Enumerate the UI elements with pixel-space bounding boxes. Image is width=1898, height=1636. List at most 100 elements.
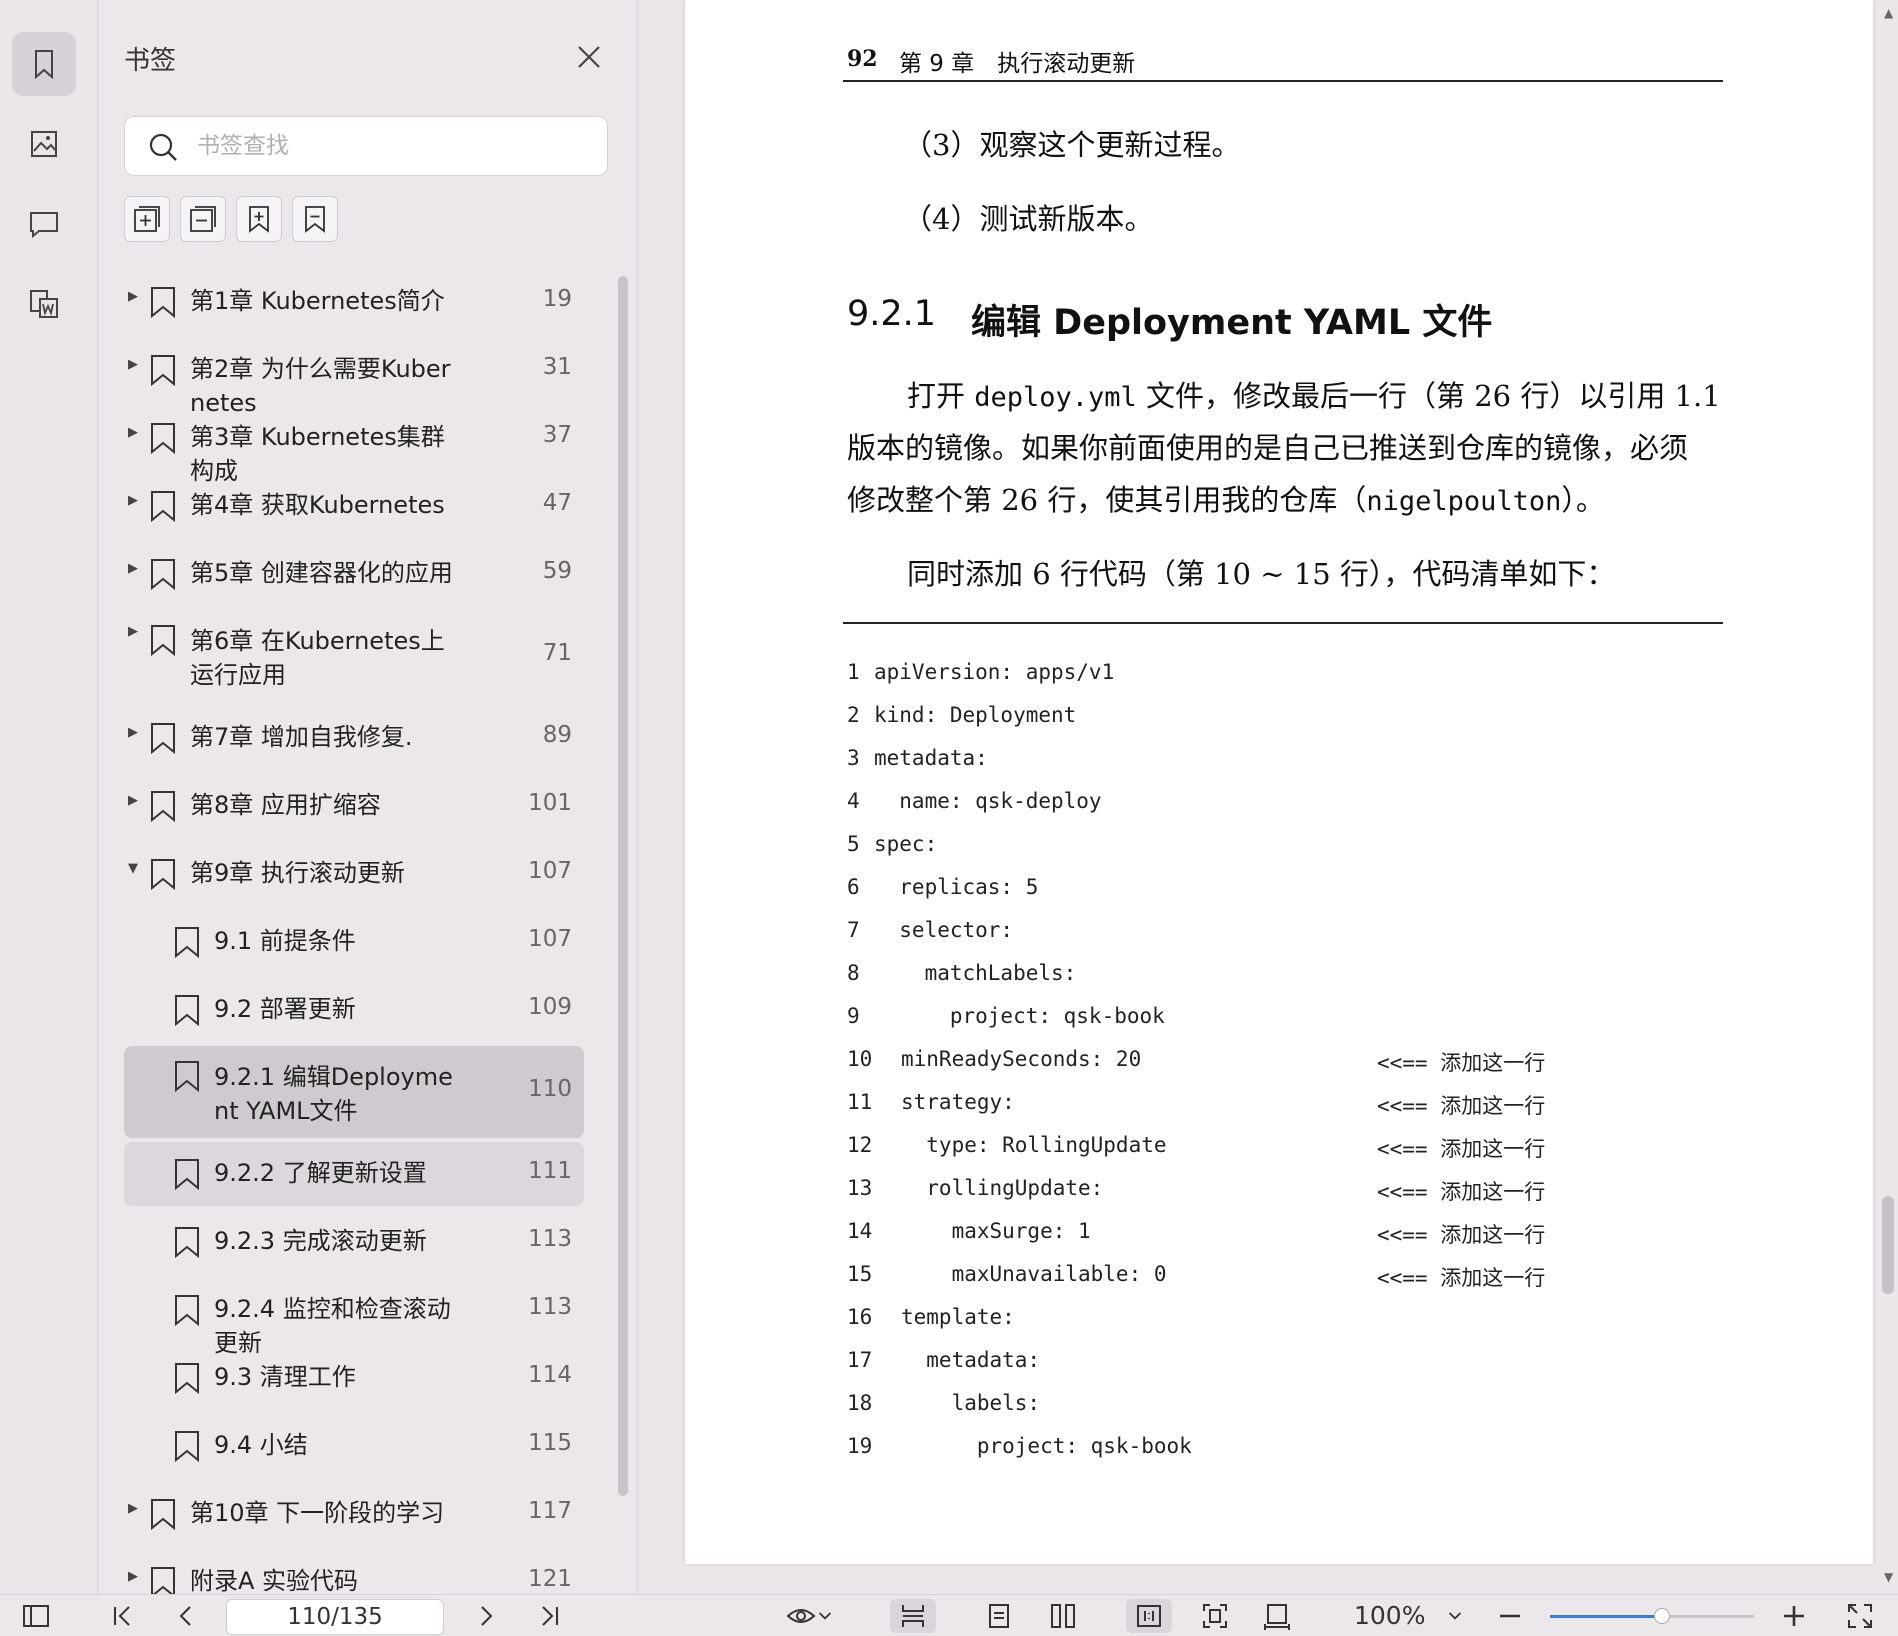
- bookmark-item[interactable]: ▶ 第1章 Kubernetes简介 19: [124, 270, 584, 334]
- code-annotation: <<== 添加这一行: [1377, 1051, 1546, 1075]
- collapsed-triangle-icon[interactable]: ▶: [128, 561, 138, 576]
- bookmark-item[interactable]: 9.2.2 了解更新设置 111: [124, 1142, 584, 1206]
- collapsed-triangle-icon[interactable]: ▶: [128, 1501, 138, 1516]
- fit-width-button[interactable]: [1254, 1599, 1300, 1633]
- paragraph-line-1: 打开 deploy.yml 文件，修改最后一行（第 26 行）以引用 1.1: [847, 370, 1727, 424]
- bookmark-label: 第7章 增加自我修复.: [190, 723, 413, 751]
- collapsed-triangle-icon[interactable]: ▶: [128, 357, 138, 372]
- first-page-button[interactable]: [104, 1599, 140, 1633]
- collapsed-triangle-icon[interactable]: ▶: [128, 493, 138, 508]
- close-panel-button[interactable]: [572, 40, 606, 74]
- bookmark-icon: [175, 927, 199, 958]
- collapse-all-icon: [190, 206, 216, 232]
- bookmark-label: 第8章 应用扩缩容: [190, 791, 381, 819]
- previous-page-button[interactable]: [168, 1599, 204, 1633]
- single-page-button[interactable]: [976, 1599, 1022, 1633]
- bookmark-item[interactable]: ▶ 第4章 获取Kubernetes 47: [124, 474, 584, 538]
- bookmark-toolbar: [124, 196, 338, 242]
- bookmark-item[interactable]: ▶ 第8章 应用扩缩容 101: [124, 774, 584, 838]
- next-page-button[interactable]: [468, 1599, 504, 1633]
- expand-all-button[interactable]: [124, 196, 170, 242]
- bookmark-item[interactable]: ▶ 第10章 下一阶段的学习 117: [124, 1482, 584, 1546]
- bookmark-search-input[interactable]: [197, 127, 587, 165]
- bookmark-label: 第4章 获取Kubernetes: [190, 491, 445, 519]
- bookmark-item[interactable]: ▶ 第7章 增加自我修复. 89: [124, 706, 584, 770]
- collapsed-triangle-icon[interactable]: ▶: [128, 793, 138, 808]
- bookmark-item[interactable]: ▶ 附录A 实验代码 121: [124, 1550, 584, 1594]
- bookmark-page-number: 113: [528, 1226, 572, 1252]
- zoom-slider[interactable]: [1550, 1608, 1754, 1624]
- add-bookmark-icon: [249, 206, 269, 233]
- two-page-button[interactable]: [1040, 1599, 1086, 1633]
- bookmark-search-box: [124, 116, 608, 176]
- bookmark-panel-button[interactable]: [12, 32, 76, 96]
- comment-panel-button[interactable]: [12, 192, 76, 256]
- scroll-down-arrow[interactable]: ▼: [1884, 1570, 1893, 1584]
- bookmark-item[interactable]: ▶ 第3章 Kubernetes集群构成 37: [124, 406, 584, 485]
- actual-size-button[interactable]: [1126, 1599, 1172, 1633]
- expanded-triangle-icon[interactable]: ▼: [128, 861, 138, 876]
- bookmark-page-number: 111: [528, 1158, 572, 1184]
- code-line: 18 labels:: [847, 1391, 1040, 1415]
- zoom-in-button[interactable]: [1776, 1599, 1812, 1633]
- chapter-header: 第 9 章 执行滚动更新: [899, 51, 1136, 77]
- collapsed-triangle-icon[interactable]: ▶: [128, 289, 138, 304]
- remove-bookmark-button[interactable]: [292, 196, 338, 242]
- zoom-level[interactable]: 100%: [1354, 1601, 1425, 1630]
- zoom-out-button[interactable]: [1492, 1599, 1528, 1633]
- collapsed-triangle-icon[interactable]: ▶: [128, 624, 138, 639]
- last-page-button[interactable]: [532, 1599, 568, 1633]
- zoom-dropdown-button[interactable]: [1440, 1599, 1470, 1633]
- bookmark-item[interactable]: 9.4 小结 115: [124, 1414, 584, 1478]
- bookmark-page-number: 71: [542, 640, 572, 666]
- bookmark-icon: [151, 625, 175, 656]
- bookmark-icon: [35, 50, 53, 80]
- code-line-text: matchLabels:: [874, 961, 1077, 985]
- thumbnail-panel-button[interactable]: [12, 112, 76, 176]
- collapse-all-button[interactable]: [180, 196, 226, 242]
- code-line-number: 6: [847, 875, 860, 899]
- bookmark-item[interactable]: ▼ 第9章 执行滚动更新 107: [124, 842, 584, 906]
- bookmark-page-number: 107: [528, 858, 572, 884]
- eye-icon: [786, 1609, 816, 1623]
- step-4: （4）测试新版本。: [903, 202, 1154, 236]
- bookmark-item[interactable]: 9.1 前提条件 107: [124, 910, 584, 974]
- bookmark-item[interactable]: 9.2.1 编辑Deployment YAML文件 110: [124, 1046, 584, 1138]
- panel-scrollbar[interactable]: [618, 276, 628, 1496]
- scroll-up-arrow[interactable]: ▲: [1884, 6, 1893, 20]
- fullscreen-button[interactable]: [1842, 1599, 1878, 1633]
- add-bookmark-button[interactable]: [236, 196, 282, 242]
- document-scrollbar[interactable]: [1882, 1196, 1894, 1294]
- image-icon: [31, 131, 57, 157]
- bookmark-icon: [175, 1227, 199, 1258]
- paragraph-line-2: 版本的镜像。如果你前面使用的是自己已推送到仓库的镜像，必须: [847, 431, 1689, 465]
- bookmark-page-number: 59: [542, 558, 572, 584]
- page-number-input[interactable]: 110/135: [226, 1599, 444, 1635]
- code-line: 8 matchLabels:: [847, 961, 1076, 985]
- bottom-toolbar: 110/135 100%: [0, 1594, 1898, 1636]
- fit-page-button[interactable]: [1192, 1599, 1238, 1633]
- bookmark-item[interactable]: ▶ 第6章 在Kubernetes上运行应用 71: [124, 610, 584, 702]
- bookmark-item[interactable]: ▶ 第2章 为什么需要Kubernetes 31: [124, 338, 584, 417]
- bookmark-icon: [175, 1363, 199, 1394]
- toggle-sidebar-button[interactable]: [18, 1599, 54, 1633]
- bookmark-item[interactable]: ▶ 第5章 创建容器化的应用 59: [124, 542, 584, 606]
- annotation-panel-button[interactable]: [12, 272, 76, 336]
- bookmark-item[interactable]: 9.2 部署更新 109: [124, 978, 584, 1042]
- collapsed-triangle-icon[interactable]: ▶: [128, 725, 138, 740]
- bookmark-icon: [151, 791, 175, 822]
- code-line-text: project: qsk-book: [874, 1004, 1165, 1028]
- chevron-right-icon: [481, 1606, 493, 1626]
- zoom-slider-thumb[interactable]: [1654, 1608, 1671, 1624]
- bookmark-item[interactable]: 9.3 清理工作 114: [124, 1346, 584, 1410]
- collapsed-triangle-icon[interactable]: ▶: [128, 1569, 138, 1584]
- bookmark-item[interactable]: 9.2.4 监控和检查滚动更新 113: [124, 1278, 584, 1357]
- bookmark-page-number: 117: [528, 1498, 572, 1524]
- continuous-scroll-button[interactable]: [890, 1599, 936, 1633]
- expand-all-icon: [134, 206, 160, 232]
- bookmark-page-number: 110: [528, 1076, 572, 1102]
- view-mode-dropdown[interactable]: [780, 1599, 840, 1633]
- bookmark-item[interactable]: 9.2.3 完成滚动更新 113: [124, 1210, 584, 1274]
- bookmark-icon: [175, 995, 199, 1026]
- collapsed-triangle-icon[interactable]: ▶: [128, 425, 138, 440]
